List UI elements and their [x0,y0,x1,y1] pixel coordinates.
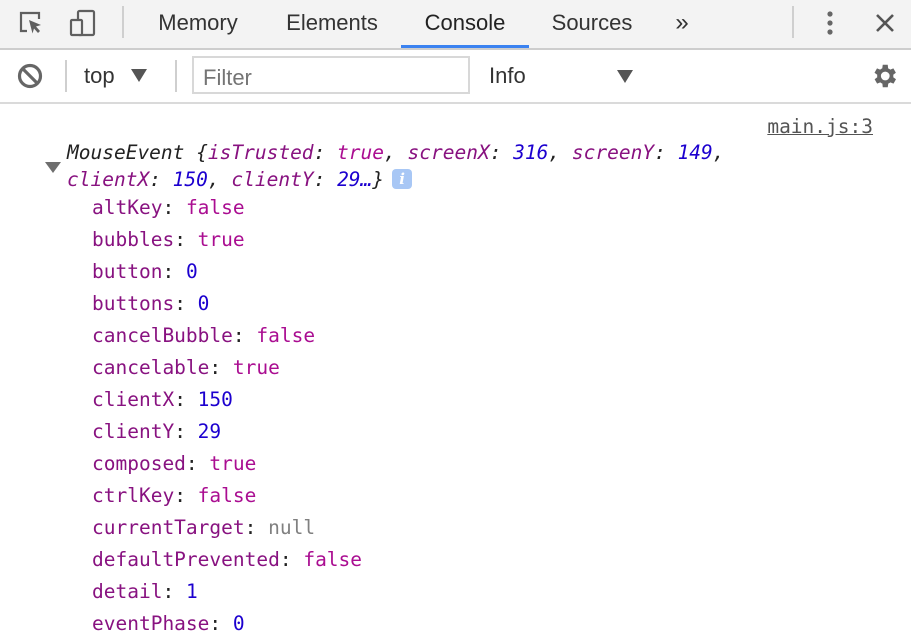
property-value: false [256,324,316,347]
property-row: altKey: false [92,193,362,225]
tab-memory[interactable]: Memory [144,0,252,48]
property-row: clientY: 29 [92,417,362,449]
context-selector[interactable]: top [84,50,147,102]
object-class-name: MouseEvent [67,141,185,164]
tabbar-divider [122,6,124,38]
property-list: altKey: false bubbles: true button: 0 butto… [92,193,362,641]
property-value: null [268,516,316,539]
log-level-selector[interactable]: Info [489,50,637,102]
console-toolbar: top Info [0,50,911,104]
property-value: 0 [185,260,198,283]
property-value: true [197,228,245,251]
devtools-tabbar: Memory Elements Console Sources » [0,0,911,50]
property-colon: : [174,420,198,443]
device-toolbar-icon[interactable] [68,8,98,38]
close-icon[interactable] [870,8,900,38]
summary-key: isTrusted [207,141,314,164]
property-value: true [209,452,257,475]
tab-elements[interactable]: Elements [272,0,392,48]
console-output: main.js:3 MouseEvent {isTrusted: true, s… [0,104,911,641]
property-colon: : [162,196,186,219]
property-colon: : [174,388,198,411]
property-key: eventPhase [92,612,210,635]
tabbar-divider-right [792,6,794,38]
property-key: buttons [92,292,175,315]
info-icon[interactable]: i [392,169,413,189]
property-key: composed [92,452,186,475]
property-value: 150 [197,388,233,411]
property-colon: : [279,548,304,571]
summary-value: true [337,141,385,164]
property-colon: : [174,484,198,507]
filter-input[interactable] [192,56,470,94]
property-key: ctrlKey [92,484,175,507]
property-colon: : [244,516,269,539]
property-key: cancelBubble [92,324,233,347]
property-key: currentTarget [92,516,245,539]
summary-key: clientX [67,168,150,191]
property-row: clientX: 150 [92,385,362,417]
property-value: false [197,484,257,507]
property-key: cancelable [92,356,210,379]
clear-console-icon[interactable] [15,61,45,91]
property-value: true [232,356,280,379]
property-row: composed: true [92,449,362,481]
property-row: ctrlKey: false [92,481,362,513]
property-colon: : [209,356,233,379]
property-row: buttons: 0 [92,289,362,321]
property-key: defaultPrevented [92,548,280,571]
chevron-down-icon [130,69,147,82]
property-value: 1 [185,580,198,603]
property-value: 0 [232,612,245,635]
property-row: bubbles: true [92,225,362,257]
log-level-label: Info [489,63,526,88]
more-options-icon[interactable] [815,8,845,38]
property-colon: : [209,612,233,635]
property-row: defaultPrevented: false [92,545,362,577]
property-colon: : [185,452,210,475]
summary-value: 149 [677,141,713,164]
summary-key: screenY [571,141,655,164]
property-key: clientX [92,388,175,411]
property-key: clientY [92,420,175,443]
context-selector-label: top [84,63,115,88]
toolbar-divider-2 [175,60,177,92]
toolbar-divider [65,60,67,92]
summary-key: screenX [407,141,490,164]
property-value: 0 [197,292,210,315]
property-row: cancelable: true [92,353,362,385]
property-row: currentTarget: null [92,513,362,545]
property-key: bubbles [92,228,175,251]
property-row: button: 0 [92,257,362,289]
property-row: cancelBubble: false [92,321,362,353]
source-link[interactable]: main.js:3 [767,115,873,138]
summary-key: clientY [231,168,314,191]
property-value: false [185,196,245,219]
summary-value: 150 [172,168,208,191]
tab-sources[interactable]: Sources [540,0,644,48]
summary-value: 316 [513,141,549,164]
property-colon: : [162,260,186,283]
inspect-element-icon[interactable] [16,8,46,38]
property-colon: : [232,324,257,347]
property-row: eventPhase: 0 [92,609,362,641]
expand-triangle-icon[interactable] [45,162,61,173]
summary-value: 29… [337,168,373,191]
property-value: false [303,548,363,571]
property-value: 29 [197,420,222,443]
chevron-down-icon [617,70,633,83]
property-key: altKey [92,196,163,219]
property-colon: : [162,580,186,603]
object-summary[interactable]: MouseEvent {isTrusted: true, screenX: 31… [67,139,725,193]
more-tabs-button[interactable]: » [664,0,700,48]
property-colon: : [174,292,198,315]
settings-gear-icon[interactable] [869,61,899,91]
active-tab-indicator [401,45,529,48]
property-key: detail [92,580,163,603]
property-row: detail: 1 [92,577,362,609]
property-key: button [92,260,163,283]
property-colon: : [174,228,198,251]
tab-console[interactable]: Console [401,0,529,48]
